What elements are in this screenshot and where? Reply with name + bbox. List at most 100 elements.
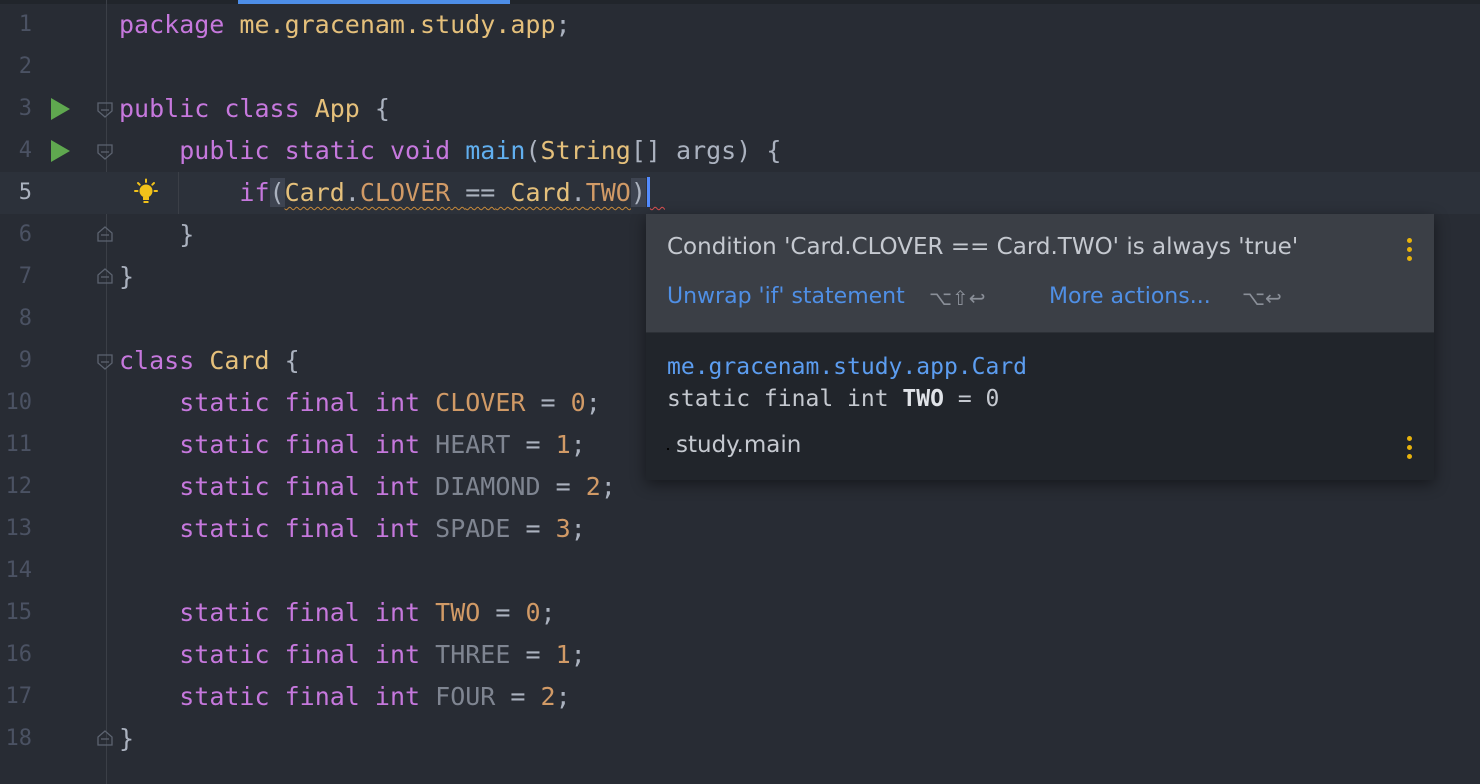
run-icon[interactable] xyxy=(51,140,70,162)
punctuation: { xyxy=(374,94,390,123)
keyword: int xyxy=(374,682,421,711)
operator: = xyxy=(555,472,571,501)
keyword: final xyxy=(284,640,360,669)
number-literal: 0 xyxy=(570,388,586,417)
fold-close-icon[interactable] xyxy=(97,730,113,746)
keyword: final xyxy=(284,388,360,417)
punctuation: ) xyxy=(736,136,752,165)
punctuation: ; xyxy=(570,640,586,669)
code-line-2[interactable]: 2 xyxy=(0,46,1480,88)
number-literal: 0 xyxy=(525,598,541,627)
code-text[interactable]: } xyxy=(119,214,194,256)
code-text[interactable]: public class App { xyxy=(119,88,390,130)
keyword: class xyxy=(224,94,300,123)
more-actions-shortcut: ⌥↩ xyxy=(1242,286,1282,310)
constant-name: CLOVER xyxy=(435,388,526,417)
constant-name: SPADE xyxy=(435,514,511,543)
code-text[interactable]: static final int SPADE = 3; xyxy=(119,508,586,550)
run-icon[interactable] xyxy=(51,98,70,120)
punctuation: } xyxy=(179,220,195,249)
line-number: 9 xyxy=(18,348,32,373)
punctuation: . xyxy=(344,178,360,207)
code-text[interactable]: static final int FOUR = 2; xyxy=(119,676,570,718)
operator: = xyxy=(525,640,541,669)
code-text[interactable]: } xyxy=(119,256,134,298)
more-actions-link[interactable]: More actions... xyxy=(1049,284,1211,309)
keyword: static xyxy=(179,598,270,627)
fold-open-icon[interactable] xyxy=(97,144,113,160)
code-line-14[interactable]: 14 xyxy=(0,550,1480,592)
line-number: 7 xyxy=(18,264,32,289)
code-text[interactable]: } xyxy=(119,718,134,760)
paren-highlight: ) xyxy=(630,178,646,207)
code-text[interactable]: package me.gracenam.study.app; xyxy=(119,4,571,46)
keyword: int xyxy=(374,640,421,669)
fold-close-icon[interactable] xyxy=(97,226,113,242)
line-number: 13 xyxy=(5,516,33,541)
punctuation: } xyxy=(119,724,135,753)
code-text[interactable]: static final int DIAMOND = 2; xyxy=(119,466,616,508)
decl-value: = 0 xyxy=(957,386,1000,412)
code-text[interactable]: static final int TWO = 0; xyxy=(119,592,556,634)
keyword: static xyxy=(179,472,270,501)
inspection-popup[interactable]: Condition 'Card.CLOVER == Card.TWO' is a… xyxy=(646,214,1434,480)
keyword: final xyxy=(284,430,360,459)
code-line-1[interactable]: 1 package me.gracenam.study.app; xyxy=(0,4,1480,46)
code-line-16[interactable]: 16 static final int THREE = 1; xyxy=(0,634,1480,676)
keyword: final xyxy=(284,514,360,543)
doc-options-icon[interactable] xyxy=(1407,436,1413,460)
keyword: void xyxy=(389,136,451,165)
parameter: args xyxy=(676,136,737,165)
code-text[interactable]: static final int CLOVER = 0; xyxy=(119,382,601,424)
keyword: public xyxy=(119,94,210,123)
punctuation: ( xyxy=(525,136,541,165)
line-number: 4 xyxy=(18,138,32,163)
line-number: 2 xyxy=(18,54,32,79)
code-line-17[interactable]: 17 static final int FOUR = 2; xyxy=(0,676,1480,718)
class-name: Card xyxy=(510,178,571,207)
code-line-5[interactable]: 5 if(Card.CLOVER == Card.TWO) xyxy=(0,172,1480,214)
punctuation: ; xyxy=(570,430,586,459)
code-line-15[interactable]: 15 static final int TWO = 0; xyxy=(0,592,1480,634)
code-text[interactable]: class Card { xyxy=(119,340,300,382)
fold-open-icon[interactable] xyxy=(97,354,113,370)
code-text[interactable]: public static void main(String[] args) { xyxy=(119,130,781,172)
constant-name: TWO xyxy=(435,598,481,627)
code-text[interactable]: static final int HEART = 1; xyxy=(119,424,586,466)
code-line-4[interactable]: 4 public static void main(String[] args)… xyxy=(0,130,1480,172)
line-number: 17 xyxy=(5,684,33,709)
number-literal: 2 xyxy=(585,472,601,501)
module-icon xyxy=(667,448,669,450)
declaration-class-link[interactable]: me.gracenam.study.app.Card xyxy=(667,354,1027,380)
constant-name: CLOVER xyxy=(359,178,451,207)
line-number: 3 xyxy=(18,96,32,121)
decl-field-name: TWO xyxy=(902,386,944,412)
error-marker xyxy=(650,178,665,207)
constant-name: FOUR xyxy=(435,682,496,711)
number-literal: 3 xyxy=(555,514,571,543)
operator: = xyxy=(510,682,526,711)
number-literal: 1 xyxy=(555,430,571,459)
constant-name: THREE xyxy=(435,640,511,669)
unwrap-if-action[interactable]: Unwrap 'if' statement xyxy=(667,284,905,309)
decl-modifiers: static final int xyxy=(667,386,889,412)
code-text[interactable]: static final int THREE = 1; xyxy=(119,634,586,676)
fold-close-icon[interactable] xyxy=(97,268,113,284)
keyword: package xyxy=(119,10,225,39)
module-name: study.main xyxy=(676,432,802,458)
keyword: int xyxy=(374,514,421,543)
code-line-18[interactable]: 18 } xyxy=(0,718,1480,760)
punctuation: . xyxy=(570,178,586,207)
fold-open-icon[interactable] xyxy=(97,102,113,118)
operator: = xyxy=(525,430,541,459)
more-options-icon[interactable] xyxy=(1407,238,1413,262)
operator: = xyxy=(525,514,541,543)
keyword: int xyxy=(374,598,421,627)
code-line-13[interactable]: 13 static final int SPADE = 3; xyxy=(0,508,1480,550)
warning-expression[interactable]: Card.CLOVER == Card.TWO xyxy=(285,178,631,207)
code-line-3[interactable]: 3 public class App { xyxy=(0,88,1480,130)
code-text[interactable]: if(Card.CLOVER == Card.TWO) xyxy=(119,172,665,214)
punctuation: ; xyxy=(540,598,556,627)
punctuation: ; xyxy=(585,388,601,417)
operator: = xyxy=(540,388,556,417)
